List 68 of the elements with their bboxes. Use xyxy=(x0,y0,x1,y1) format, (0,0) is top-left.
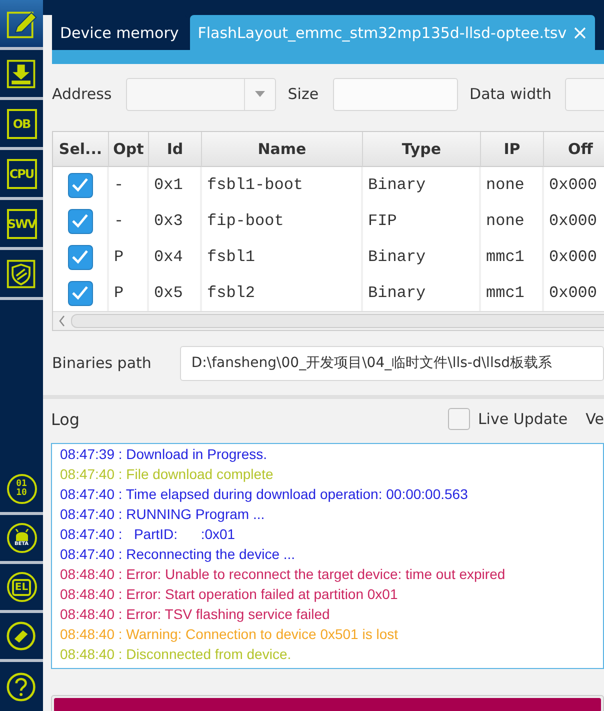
log-line: 08:47:40 : RUNNING Program ... xyxy=(60,505,266,524)
binaries-path-field[interactable]: D:\fansheng\00_开发项目\04_临时文件\lls-d\llsd板载系 xyxy=(180,346,604,380)
column-header[interactable]: Id xyxy=(149,132,202,167)
table-cell: fsbl1 xyxy=(202,239,363,275)
log-line: 08:47:40 : Reconnecting the device ... xyxy=(60,545,296,564)
binaries-path-label: Binaries path xyxy=(52,354,152,372)
verbosity-label: Ve xyxy=(586,410,604,428)
checkbox[interactable] xyxy=(68,244,92,270)
log-line: 08:47:39 : Download in Progress. xyxy=(60,445,268,464)
log-line: 08:48:40 : Warning: Connection to device 0x501 is lost xyxy=(60,625,400,644)
table-cell: 0x1 xyxy=(149,167,202,203)
table-cell: Binary xyxy=(363,167,481,203)
text-icon[interactable]: SWV xyxy=(6,208,36,238)
horizontal-scrollbar[interactable] xyxy=(53,311,604,330)
table-cell: 0x4 xyxy=(149,239,202,275)
table-cell: none xyxy=(481,203,544,239)
table-cell: mmc1 xyxy=(481,239,544,275)
dropdown-field[interactable] xyxy=(126,78,276,110)
column-header[interactable]: Type xyxy=(363,132,481,167)
field-label: Data width xyxy=(470,85,552,103)
live-update-checkbox[interactable] xyxy=(448,408,470,430)
log-line: 08:48:40 : Error: Start operation failed at partition 0x01 xyxy=(60,585,399,604)
shield-icon[interactable] xyxy=(6,258,38,290)
text-icon[interactable]: OB xyxy=(6,108,36,138)
column-header[interactable]: Off xyxy=(544,132,604,167)
field-label: Address xyxy=(52,85,112,103)
sidebar-item[interactable] xyxy=(0,0,43,50)
checkbox[interactable] xyxy=(68,172,92,198)
table-cell: none xyxy=(481,167,544,203)
table-cell: 0x000 xyxy=(544,203,604,239)
table-cell: fsbl1-boot xyxy=(202,167,363,203)
check-icon[interactable] xyxy=(71,285,89,301)
binary-icon[interactable]: 01 10 xyxy=(6,474,36,504)
table-cell: 0x000 xyxy=(544,167,604,203)
checkbox[interactable] xyxy=(68,208,92,234)
log-line: 08:48:40 : Disconnected from device. xyxy=(60,645,292,664)
log-title: Log xyxy=(51,410,80,428)
column-header[interactable]: Name xyxy=(202,132,363,167)
log-line: 08:47:40 : Time elapsed during download operation: 00:00:00.563 xyxy=(60,485,469,504)
chip-icon[interactable]: EL xyxy=(6,572,36,602)
scroll-left-icon[interactable] xyxy=(58,315,66,327)
table-cell: fip-boot xyxy=(202,203,363,239)
table-cell: 0x3 xyxy=(149,203,202,239)
column-header[interactable]: Sel... xyxy=(53,132,109,167)
eraser-icon[interactable] xyxy=(6,620,38,652)
log-line: 08:48:40 : Error: TSV flashing service failed xyxy=(60,605,331,624)
close-icon[interactable] xyxy=(572,26,587,40)
log-line: 08:47:40 : PartID: :0x01 xyxy=(60,525,236,544)
check-icon[interactable] xyxy=(71,213,89,229)
table-cell: 0x000 xyxy=(544,239,604,275)
log-line: 08:47:40 : File download complete xyxy=(60,465,274,484)
table-cell: FIP xyxy=(363,203,481,239)
table-cell: P xyxy=(109,239,149,275)
log-line: 08:48:40 : Error: Unable to reconnect the target device: time out expired xyxy=(60,565,506,584)
table-cell: - xyxy=(109,203,149,239)
check-icon[interactable] xyxy=(71,249,89,265)
column-header[interactable]: IP xyxy=(481,132,544,167)
field-label: Size xyxy=(288,85,319,103)
checkbox[interactable] xyxy=(68,280,92,306)
table-cell: - xyxy=(109,167,149,203)
download-icon[interactable] xyxy=(6,58,38,90)
text-icon[interactable]: CPU xyxy=(6,158,36,188)
column-header[interactable]: Opt xyxy=(109,132,149,167)
live-update-label: Live Update xyxy=(478,410,568,428)
check-icon[interactable] xyxy=(71,177,89,193)
help-icon[interactable] xyxy=(6,670,38,702)
table-cell: Binary xyxy=(363,239,481,275)
input-field[interactable] xyxy=(332,78,458,110)
